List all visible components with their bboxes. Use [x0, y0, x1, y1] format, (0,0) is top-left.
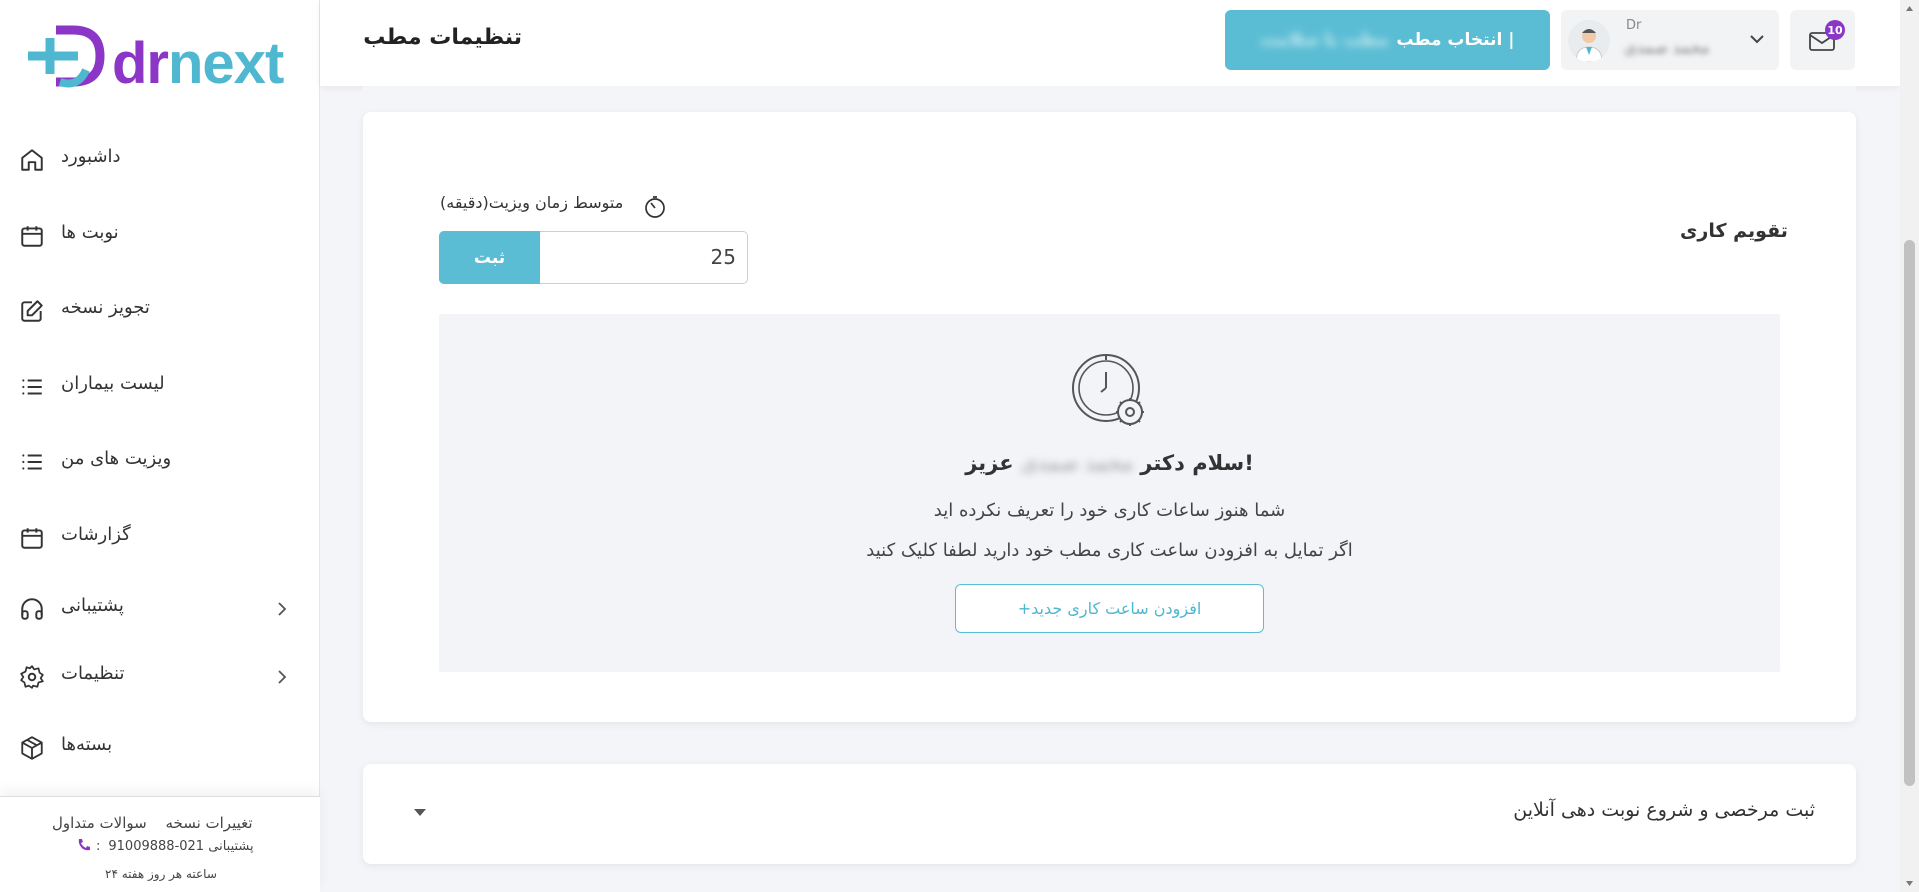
scrollbar-thumb[interactable]: [1904, 240, 1915, 786]
select-clinic-button[interactable]: مطب با سلامت انتخاب مطب |: [1225, 10, 1550, 70]
support-line: :پشتیبانی 021-91009888: [72, 839, 254, 854]
sidebar-item-support[interactable]: پشتیبانی: [0, 583, 320, 635]
gear-icon: [20, 665, 44, 689]
sidebar-item-prescription[interactable]: تجویز نسخه: [0, 285, 320, 337]
user-name: محمد صمدی: [1624, 38, 1710, 57]
package-icon: [21, 736, 43, 760]
sidebar-item-reports[interactable]: گزارشات: [0, 512, 320, 564]
sidebar-item-label: پشتیبانی: [61, 595, 124, 616]
avg-visit-label: متوسط زمان ویزیت(دقیقه): [440, 193, 624, 212]
empty-message-line1: شما هنوز ساعات کاری خود را تعریف نکرده ا…: [933, 500, 1286, 521]
sidebar-item-dashboard[interactable]: داشبورد: [0, 134, 320, 186]
clinic-name: مطب با سلامت: [1260, 30, 1389, 50]
greeting-name: محمد صمدی: [1020, 451, 1133, 475]
sidebar-footer: تغییرات نسخه سوالات متداول :پشتیبانی 021…: [0, 796, 320, 892]
list-icon: [22, 454, 42, 470]
sidebar: drnext داشبورد نوبت ها تجویز نسخه لیست ب…: [0, 0, 320, 892]
footer-links: تغییرات نسخه سوالات متداول: [52, 814, 272, 832]
faq-link[interactable]: سوالات متداول: [52, 814, 147, 832]
sidebar-item-label: لیست بیماران: [61, 373, 165, 394]
headphones-icon: [21, 598, 43, 620]
leave-section-title[interactable]: ثبت مرخصی و شروع نوبت دهی آنلاین: [1513, 799, 1815, 821]
avatar: [1568, 20, 1610, 62]
sidebar-item-label: نوبت ها: [61, 222, 119, 243]
sidebar-item-appointments[interactable]: نوبت ها: [0, 210, 320, 262]
sidebar-item-packages[interactable]: بسته‌ها: [0, 722, 320, 774]
doctor-avatar-icon: [1568, 20, 1610, 62]
changelog-link[interactable]: تغییرات نسخه: [165, 814, 252, 832]
edit-icon: [21, 300, 43, 322]
support-hours: ۲۴ ساعته هر روز هفته: [105, 867, 217, 881]
sidebar-item-label: ویزیت های من: [61, 448, 172, 469]
caret-down-icon[interactable]: [412, 806, 428, 818]
section-title: تقویم کاری: [1680, 220, 1788, 242]
chevron-right-icon: [278, 670, 287, 684]
scroll-down-icon[interactable]: [1905, 880, 1914, 888]
calendar-icon: [21, 226, 43, 247]
greeting: سلام دکتر محمد صمدی عزیز!: [439, 451, 1780, 475]
chevron-down-icon[interactable]: [1748, 32, 1766, 46]
timer-icon: [645, 196, 665, 218]
logo-wordmark: drnext: [112, 31, 284, 96]
sidebar-item-label: داشبورد: [61, 146, 121, 167]
logo-mark-icon: [28, 25, 105, 88]
submit-button[interactable]: ثبت: [439, 231, 540, 284]
home-icon: [21, 149, 43, 171]
clock-settings-icon: [1072, 354, 1144, 426]
sidebar-item-label: بسته‌ها: [61, 734, 113, 755]
sidebar-item-my-visits[interactable]: ویزیت های من: [0, 436, 320, 488]
card-top-strip: [363, 86, 1856, 112]
sidebar-item-patients[interactable]: لیست بیماران: [0, 361, 320, 413]
page-title: تنظیمات مطب: [363, 25, 522, 50]
drnext-logo[interactable]: drnext: [28, 18, 298, 96]
chevron-right-icon: [278, 602, 287, 616]
sidebar-item-label: تجویز نسخه: [61, 297, 150, 318]
notification-badge: 10: [1825, 20, 1845, 40]
select-clinic-label: انتخاب مطب |: [1396, 30, 1515, 50]
add-work-hours-button[interactable]: +افزودن ساعت کاری جدید: [955, 584, 1264, 633]
scroll-up-icon[interactable]: [1905, 4, 1914, 12]
sidebar-item-settings[interactable]: تنظیمات: [0, 651, 320, 703]
empty-message-line2: اگر تمایل به افزودن ساعت کاری مطب خود دا…: [866, 540, 1353, 561]
calendar-icon: [21, 528, 43, 549]
support-phone[interactable]: 021-91009888: [108, 839, 204, 854]
greeting-prefix: سلام دکتر: [1140, 451, 1245, 475]
sidebar-item-label: تنظیمات: [61, 663, 125, 684]
avg-visit-value[interactable]: 25: [540, 245, 736, 269]
user-title: Dr: [1626, 18, 1642, 33]
sidebar-item-label: گزارشات: [61, 524, 131, 545]
list-icon: [22, 379, 42, 395]
